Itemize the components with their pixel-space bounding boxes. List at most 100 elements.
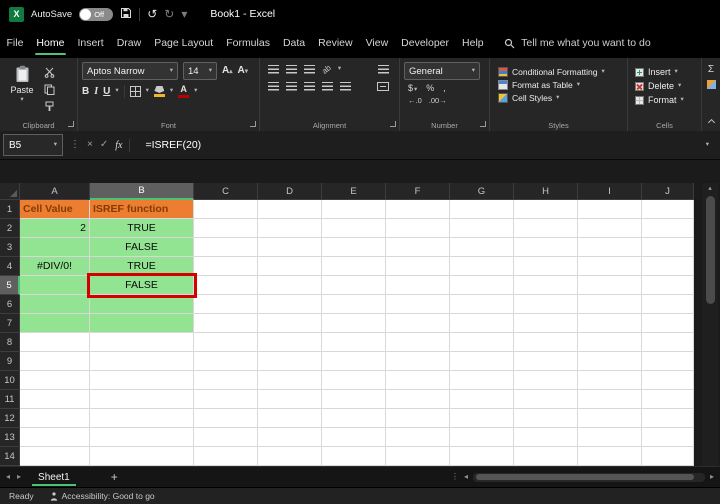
cell-D7[interactable]	[258, 314, 322, 333]
cell-F1[interactable]	[386, 200, 450, 219]
cell-C6[interactable]	[194, 295, 258, 314]
insert-button[interactable]: Insert ▾	[632, 67, 697, 77]
cell-E10[interactable]	[322, 371, 386, 390]
dialog-launcher-icon[interactable]	[480, 121, 486, 127]
select-all-corner[interactable]	[0, 183, 20, 200]
cell-C8[interactable]	[194, 333, 258, 352]
cell-H5[interactable]	[514, 276, 578, 295]
cell-B9[interactable]	[90, 352, 194, 371]
cell-E4[interactable]	[322, 257, 386, 276]
cell-B13[interactable]	[90, 428, 194, 447]
cell-D10[interactable]	[258, 371, 322, 390]
row-header-2[interactable]: 2	[0, 219, 20, 238]
italic-button[interactable]: I	[94, 86, 98, 97]
cell-B1[interactable]: ISREF function	[90, 200, 194, 219]
cell-C3[interactable]	[194, 238, 258, 257]
cell-J1[interactable]	[642, 200, 694, 219]
autosum-icon[interactable]: Σ	[708, 64, 714, 75]
cell-H1[interactable]	[514, 200, 578, 219]
cell-G13[interactable]	[450, 428, 514, 447]
scroll-left-icon[interactable]: ◂	[464, 473, 468, 481]
cell-B3[interactable]: FALSE	[90, 238, 194, 257]
cell-I3[interactable]	[578, 238, 642, 257]
decrease-indent-icon[interactable]	[322, 82, 333, 91]
chevron-down-icon[interactable]: ▾	[115, 88, 118, 95]
cell-D13[interactable]	[258, 428, 322, 447]
insert-function-icon[interactable]: fx	[115, 140, 122, 151]
cell-G6[interactable]	[450, 295, 514, 314]
cell-D12[interactable]	[258, 409, 322, 428]
cell-E14[interactable]	[322, 447, 386, 466]
cell-A2[interactable]: 2	[20, 219, 90, 238]
cell-C9[interactable]	[194, 352, 258, 371]
cell-I9[interactable]	[578, 352, 642, 371]
vertical-scrollbar[interactable]: ▴	[702, 183, 718, 466]
cell-C2[interactable]	[194, 219, 258, 238]
splitter-handle-icon[interactable]: ⋮	[451, 473, 459, 481]
cell-C7[interactable]	[194, 314, 258, 333]
cell-A3[interactable]	[20, 238, 90, 257]
cell-D6[interactable]	[258, 295, 322, 314]
tab-view[interactable]: View	[359, 28, 395, 58]
column-header-A[interactable]: A	[20, 183, 90, 200]
cell-F9[interactable]	[386, 352, 450, 371]
align-center-icon[interactable]	[286, 82, 297, 91]
cut-icon[interactable]	[44, 67, 55, 78]
cell-J14[interactable]	[642, 447, 694, 466]
cell-G3[interactable]	[450, 238, 514, 257]
cell-F10[interactable]	[386, 371, 450, 390]
cell-E8[interactable]	[322, 333, 386, 352]
cell-G10[interactable]	[450, 371, 514, 390]
vertical-scrollbar-thumb[interactable]	[705, 196, 715, 304]
paste-button[interactable]: Paste ▾	[4, 62, 40, 119]
cell-J5[interactable]	[642, 276, 694, 295]
bottom-align-icon[interactable]	[304, 65, 315, 74]
copy-icon[interactable]	[44, 84, 55, 95]
cell-D8[interactable]	[258, 333, 322, 352]
tab-review[interactable]: Review	[312, 28, 359, 58]
cell-E11[interactable]	[322, 390, 386, 409]
align-left-icon[interactable]	[268, 82, 279, 91]
chevron-down-icon[interactable]: ▾	[338, 66, 341, 73]
cell-B6[interactable]	[90, 295, 194, 314]
cell-A14[interactable]	[20, 447, 90, 466]
row-header-6[interactable]: 6	[0, 295, 20, 314]
column-header-J[interactable]: J	[642, 183, 694, 200]
row-header-9[interactable]: 9	[0, 352, 20, 371]
undo-icon[interactable]: ↺	[147, 8, 157, 20]
row-header-4[interactable]: 4	[0, 257, 20, 276]
autosave-toggle[interactable]: Off	[79, 7, 114, 21]
cell-B2[interactable]: TRUE	[90, 219, 194, 238]
cell-I4[interactable]	[578, 257, 642, 276]
cell-B10[interactable]	[90, 371, 194, 390]
cell-B12[interactable]	[90, 409, 194, 428]
delete-button[interactable]: Delete ▾	[632, 81, 697, 91]
cell-J9[interactable]	[642, 352, 694, 371]
cell-I10[interactable]	[578, 371, 642, 390]
accounting-format-button[interactable]: $ ▾	[408, 83, 417, 93]
cell-J11[interactable]	[642, 390, 694, 409]
cell-E9[interactable]	[322, 352, 386, 371]
fill-color-button[interactable]	[153, 86, 165, 97]
grab-handle-icon[interactable]: ⋮	[70, 140, 80, 150]
cell-E13[interactable]	[322, 428, 386, 447]
cell-B14[interactable]	[90, 447, 194, 466]
cell-H3[interactable]	[514, 238, 578, 257]
cell-I5[interactable]	[578, 276, 642, 295]
cell-F6[interactable]	[386, 295, 450, 314]
cell-H4[interactable]	[514, 257, 578, 276]
cell-G11[interactable]	[450, 390, 514, 409]
cell-E7[interactable]	[322, 314, 386, 333]
cell-J12[interactable]	[642, 409, 694, 428]
tab-file[interactable]: File	[0, 28, 30, 58]
row-header-13[interactable]: 13	[0, 428, 20, 447]
cell-H7[interactable]	[514, 314, 578, 333]
chevron-down-icon[interactable]: ▾	[194, 88, 197, 95]
cell-H10[interactable]	[514, 371, 578, 390]
cell-C5[interactable]	[194, 276, 258, 295]
cell-I13[interactable]	[578, 428, 642, 447]
tab-formulas[interactable]: Formulas	[220, 28, 277, 58]
cell-B5[interactable]: FALSE	[90, 276, 194, 295]
cell-B4[interactable]: TRUE	[90, 257, 194, 276]
name-box[interactable]: B5 ▾	[3, 134, 63, 156]
